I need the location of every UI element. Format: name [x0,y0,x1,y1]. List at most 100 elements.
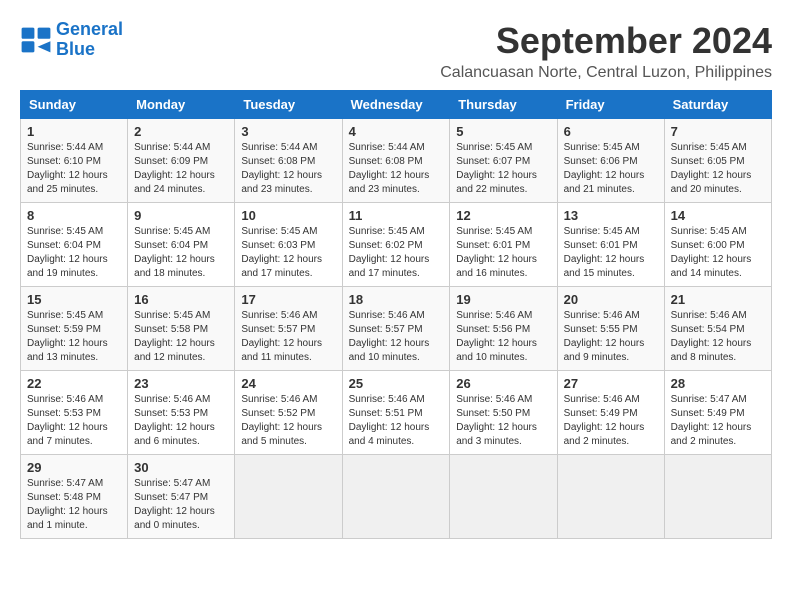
day-info: Sunrise: 5:45 AMSunset: 6:02 PMDaylight:… [349,225,444,281]
day-number: 2 [134,124,228,139]
day-number: 6 [564,124,658,139]
subtitle: Calancuasan Norte, Central Luzon, Philip… [440,64,772,82]
logo-text: General Blue [56,20,123,60]
logo-icon [20,26,52,54]
table-row: 27Sunrise: 5:46 AMSunset: 5:49 PMDayligh… [557,371,664,455]
table-row [342,455,450,539]
table-row: 2 Sunrise: 5:44 AMSunset: 6:09 PMDaylight… [128,119,235,203]
calendar-header-row: Sunday Monday Tuesday Wednesday Thursday… [21,91,772,119]
day-number: 17 [241,292,335,307]
day-number: 18 [349,292,444,307]
day-number: 12 [456,208,550,223]
col-wednesday: Wednesday [342,91,450,119]
table-row: 16 Sunrise: 5:45 AMSunset: 5:58 PMDayligh… [128,287,235,371]
table-row: 14 Sunrise: 5:45 AMSunset: 6:00 PMDayligh… [664,203,771,287]
day-info: Sunrise: 5:47 AMSunset: 5:48 PMDaylight:… [27,477,121,533]
day-number: 26 [456,376,550,391]
day-info: Sunrise: 5:45 AMSunset: 6:00 PMDaylight:… [671,225,765,281]
col-thursday: Thursday [450,91,557,119]
day-info: Sunrise: 5:46 AMSunset: 5:53 PMDaylight:… [27,393,121,449]
calendar-week-row: 15 Sunrise: 5:45 AMSunset: 5:59 PMDayligh… [21,287,772,371]
table-row: 15 Sunrise: 5:45 AMSunset: 5:59 PMDayligh… [21,287,128,371]
table-row: 22 Sunrise: 5:46 AMSunset: 5:53 PMDayligh… [21,371,128,455]
day-info: Sunrise: 5:46 AMSunset: 5:56 PMDaylight:… [456,309,550,365]
title-area: September 2024 Calancuasan Norte, Centra… [440,20,772,82]
col-saturday: Saturday [664,91,771,119]
table-row: 12 Sunrise: 5:45 AMSunset: 6:01 PMDayligh… [450,203,557,287]
day-number: 27 [564,376,658,391]
day-info: Sunrise: 5:46 AMSunset: 5:55 PMDaylight:… [564,309,658,365]
table-row: 18 Sunrise: 5:46 AMSunset: 5:57 PMDayligh… [342,287,450,371]
day-number: 9 [134,208,228,223]
col-sunday: Sunday [21,91,128,119]
table-row: 10Sunrise: 5:45 AMSunset: 6:03 PMDayligh… [235,203,342,287]
day-number: 19 [456,292,550,307]
day-number: 22 [27,376,121,391]
table-row: 3 Sunrise: 5:44 AMSunset: 6:08 PMDaylight… [235,119,342,203]
table-row: 28Sunrise: 5:47 AMSunset: 5:49 PMDayligh… [664,371,771,455]
day-number: 5 [456,124,550,139]
col-friday: Friday [557,91,664,119]
day-number: 4 [349,124,444,139]
day-info: Sunrise: 5:46 AMSunset: 5:52 PMDaylight:… [241,393,335,449]
table-row [235,455,342,539]
day-number: 7 [671,124,765,139]
table-row [557,455,664,539]
table-row: 30Sunrise: 5:47 AMSunset: 5:47 PMDayligh… [128,455,235,539]
day-info: Sunrise: 5:45 AMSunset: 6:04 PMDaylight:… [134,225,228,281]
day-info: Sunrise: 5:44 AMSunset: 6:10 PMDaylight:… [27,141,121,197]
day-info: Sunrise: 5:45 AMSunset: 5:59 PMDaylight:… [27,309,121,365]
table-row: 8Sunrise: 5:45 AMSunset: 6:04 PMDaylight… [21,203,128,287]
table-row: 7Sunrise: 5:45 AMSunset: 6:05 PMDaylight… [664,119,771,203]
table-row: 17 Sunrise: 5:46 AMSunset: 5:57 PMDayligh… [235,287,342,371]
day-number: 21 [671,292,765,307]
day-info: Sunrise: 5:45 AMSunset: 5:58 PMDaylight:… [134,309,228,365]
table-row: 5 Sunrise: 5:45 AMSunset: 6:07 PMDaylight… [450,119,557,203]
day-number: 14 [671,208,765,223]
day-number: 28 [671,376,765,391]
table-row: 26 Sunrise: 5:46 AMSunset: 5:50 PMDayligh… [450,371,557,455]
table-row: 9 Sunrise: 5:45 AMSunset: 6:04 PMDaylight… [128,203,235,287]
day-number: 20 [564,292,658,307]
day-info: Sunrise: 5:44 AMSunset: 6:08 PMDaylight:… [241,141,335,197]
day-number: 13 [564,208,658,223]
day-info: Sunrise: 5:45 AMSunset: 6:07 PMDaylight:… [456,141,550,197]
table-row: 13 Sunrise: 5:45 AMSunset: 6:01 PMDayligh… [557,203,664,287]
table-row: 1Sunrise: 5:44 AMSunset: 6:10 PMDaylight… [21,119,128,203]
table-row: 21 Sunrise: 5:46 AMSunset: 5:54 PMDayligh… [664,287,771,371]
table-row: 11 Sunrise: 5:45 AMSunset: 6:02 PMDayligh… [342,203,450,287]
day-number: 3 [241,124,335,139]
table-row: 25Sunrise: 5:46 AMSunset: 5:51 PMDayligh… [342,371,450,455]
day-info: Sunrise: 5:44 AMSunset: 6:09 PMDaylight:… [134,141,228,197]
day-number: 16 [134,292,228,307]
day-number: 30 [134,460,228,475]
logo: General Blue [20,20,123,60]
table-row: 6 Sunrise: 5:45 AMSunset: 6:06 PMDaylight… [557,119,664,203]
main-title: September 2024 [440,20,772,62]
day-number: 24 [241,376,335,391]
day-info: Sunrise: 5:45 AMSunset: 6:01 PMDaylight:… [456,225,550,281]
day-info: Sunrise: 5:45 AMSunset: 6:01 PMDaylight:… [564,225,658,281]
day-info: Sunrise: 5:46 AMSunset: 5:53 PMDaylight:… [134,393,228,449]
day-number: 11 [349,208,444,223]
calendar-week-row: 29 Sunrise: 5:47 AMSunset: 5:48 PMDayligh… [21,455,772,539]
table-row: 24 Sunrise: 5:46 AMSunset: 5:52 PMDayligh… [235,371,342,455]
day-number: 23 [134,376,228,391]
table-row: 19 Sunrise: 5:46 AMSunset: 5:56 PMDayligh… [450,287,557,371]
day-number: 15 [27,292,121,307]
day-info: Sunrise: 5:44 AMSunset: 6:08 PMDaylight:… [349,141,444,197]
table-row [664,455,771,539]
day-info: Sunrise: 5:45 AMSunset: 6:06 PMDaylight:… [564,141,658,197]
day-number: 29 [27,460,121,475]
table-row: 20 Sunrise: 5:46 AMSunset: 5:55 PMDayligh… [557,287,664,371]
day-number: 10 [241,208,335,223]
logo-line1: General [56,19,123,39]
day-info: Sunrise: 5:46 AMSunset: 5:57 PMDaylight:… [241,309,335,365]
day-info: Sunrise: 5:46 AMSunset: 5:57 PMDaylight:… [349,309,444,365]
calendar-table: Sunday Monday Tuesday Wednesday Thursday… [20,90,772,539]
calendar-week-row: 1Sunrise: 5:44 AMSunset: 6:10 PMDaylight… [21,119,772,203]
table-row [450,455,557,539]
day-info: Sunrise: 5:46 AMSunset: 5:50 PMDaylight:… [456,393,550,449]
day-number: 8 [27,208,121,223]
day-info: Sunrise: 5:46 AMSunset: 5:54 PMDaylight:… [671,309,765,365]
